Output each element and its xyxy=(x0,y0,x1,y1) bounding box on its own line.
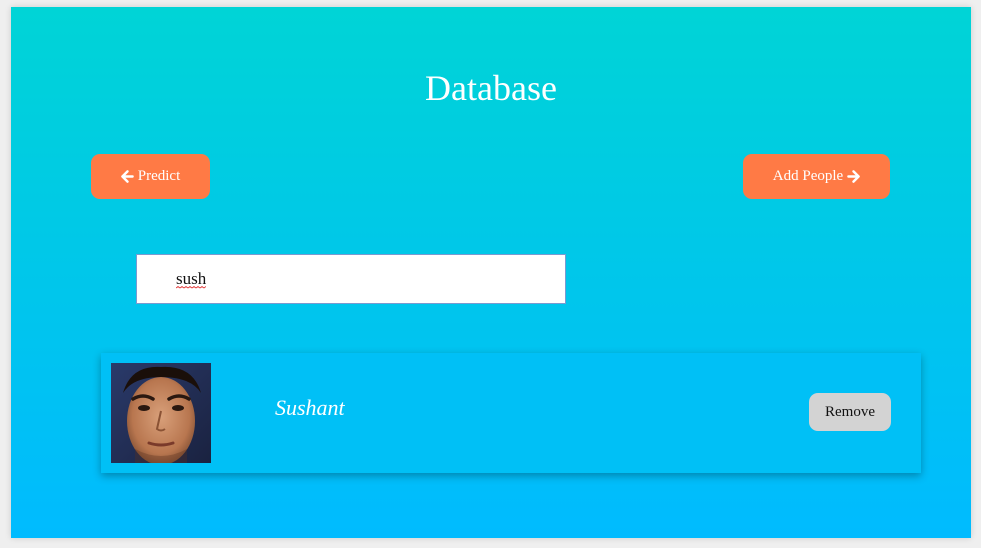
page-title: Database xyxy=(425,68,557,108)
add-people-button[interactable]: Add People xyxy=(743,154,890,199)
result-card: Sushant Remove xyxy=(101,353,921,473)
arrow-right-icon xyxy=(847,170,861,183)
add-people-button-label: Add People xyxy=(772,168,844,184)
database-panel: Database Predict Add People sush Sushant… xyxy=(11,7,971,538)
predict-button[interactable]: Predict xyxy=(91,154,210,199)
search-input[interactable] xyxy=(136,254,566,304)
remove-button[interactable]: Remove xyxy=(809,393,891,431)
person-name: Sushant xyxy=(275,395,345,420)
arrow-left-icon xyxy=(120,170,134,183)
person-photo xyxy=(111,363,211,463)
predict-button-label: Predict xyxy=(137,168,181,184)
